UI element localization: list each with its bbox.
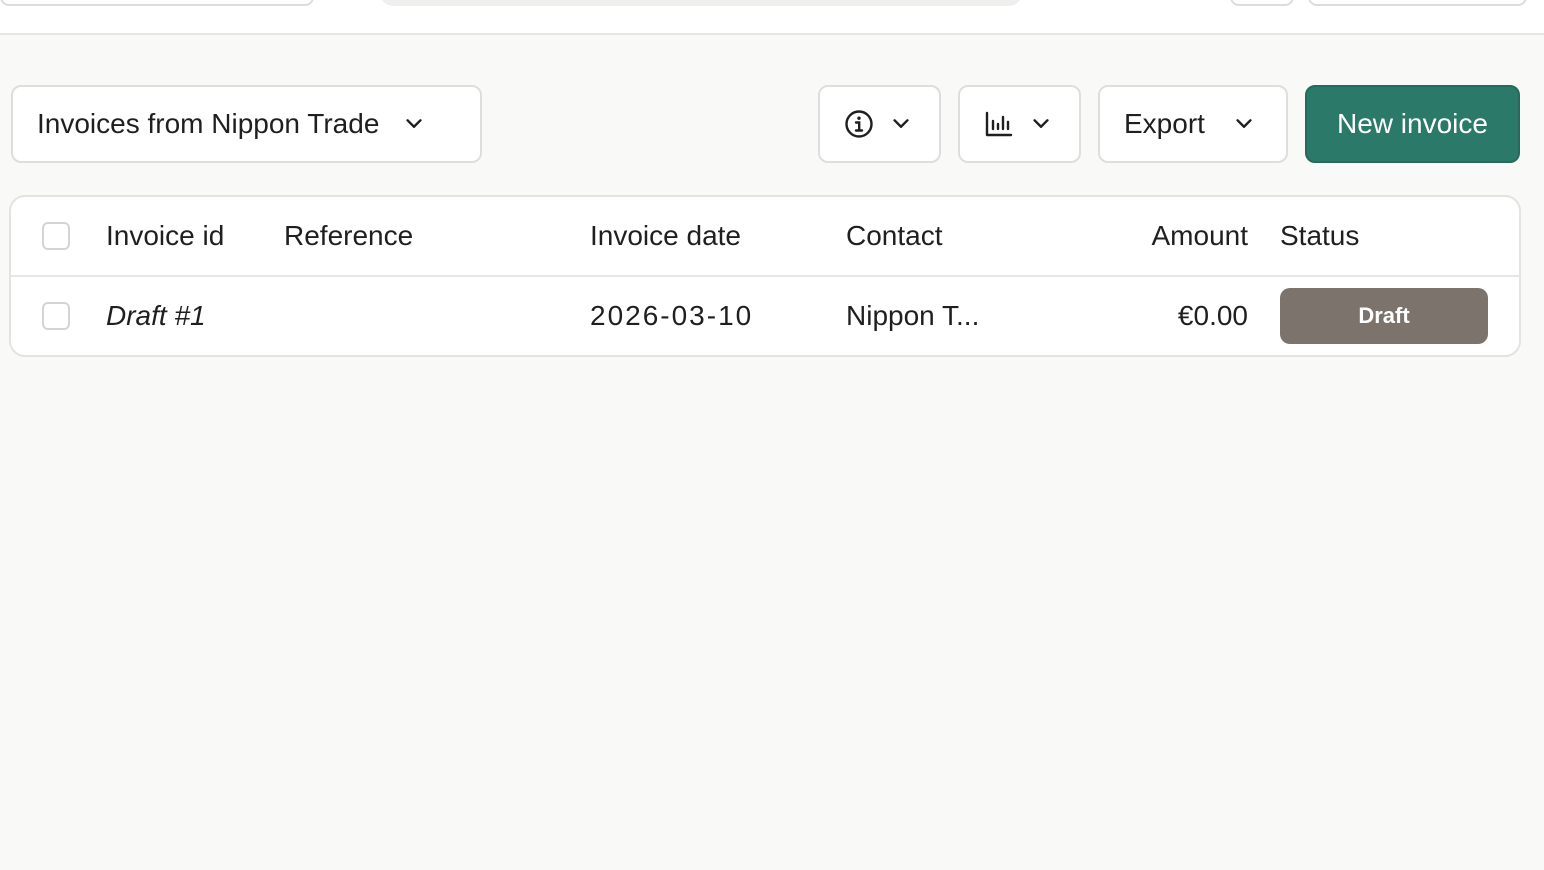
search-bar[interactable] — [380, 0, 1022, 6]
table-header-row: Invoice id Reference Invoice date Contac… — [11, 197, 1519, 277]
column-header-contact[interactable]: Contact — [846, 197, 943, 275]
row-checkbox[interactable] — [42, 302, 70, 330]
amount-cell: €0.00 — [1177, 300, 1248, 331]
chevron-down-icon — [893, 119, 909, 128]
chevron-down-icon — [406, 119, 422, 128]
column-header-invoice-id[interactable]: Invoice id — [106, 197, 224, 275]
invoice-filter-dropdown[interactable]: Invoices from Nippon Trade — [11, 85, 482, 163]
top-header — [0, 0, 1544, 35]
column-header-amount[interactable]: Amount — [1091, 197, 1249, 275]
status-badge: Draft — [1280, 288, 1488, 344]
table-row[interactable]: Draft #1 2026-03-10 Nippon T... €0.00 Dr… — [11, 277, 1519, 355]
select-all-cell — [42, 197, 70, 275]
info-icon — [845, 110, 873, 138]
invoice-table: Invoice id Reference Invoice date Contac… — [9, 195, 1521, 357]
invoice-id-cell[interactable]: Draft #1 — [106, 277, 206, 355]
chart-dropdown-button[interactable] — [958, 85, 1081, 163]
header-icon-button[interactable] — [1230, 0, 1294, 6]
header-account-button[interactable] — [1308, 0, 1527, 6]
column-header-reference[interactable]: Reference — [284, 197, 413, 275]
bar-chart-icon — [985, 111, 1013, 137]
status-cell: Draft — [1280, 277, 1488, 355]
column-header-invoice-date[interactable]: Invoice date — [590, 197, 741, 275]
contact-cell: Nippon T... — [846, 300, 980, 331]
new-invoice-label: New invoice — [1337, 108, 1488, 139]
export-dropdown-button[interactable]: Export — [1098, 85, 1288, 163]
header-nav-fragment[interactable] — [0, 0, 314, 6]
info-dropdown-button[interactable] — [818, 85, 941, 163]
column-header-status[interactable]: Status — [1280, 197, 1359, 275]
row-select-cell — [42, 277, 70, 355]
export-label: Export — [1124, 108, 1205, 139]
chevron-down-icon — [1033, 119, 1049, 128]
filter-label: Invoices from Nippon Trade — [37, 108, 380, 139]
chevron-down-icon — [1236, 119, 1252, 128]
invoice-date-cell: 2026-03-10 — [590, 300, 754, 331]
new-invoice-button[interactable]: New invoice — [1305, 85, 1520, 163]
select-all-checkbox[interactable] — [42, 222, 70, 250]
